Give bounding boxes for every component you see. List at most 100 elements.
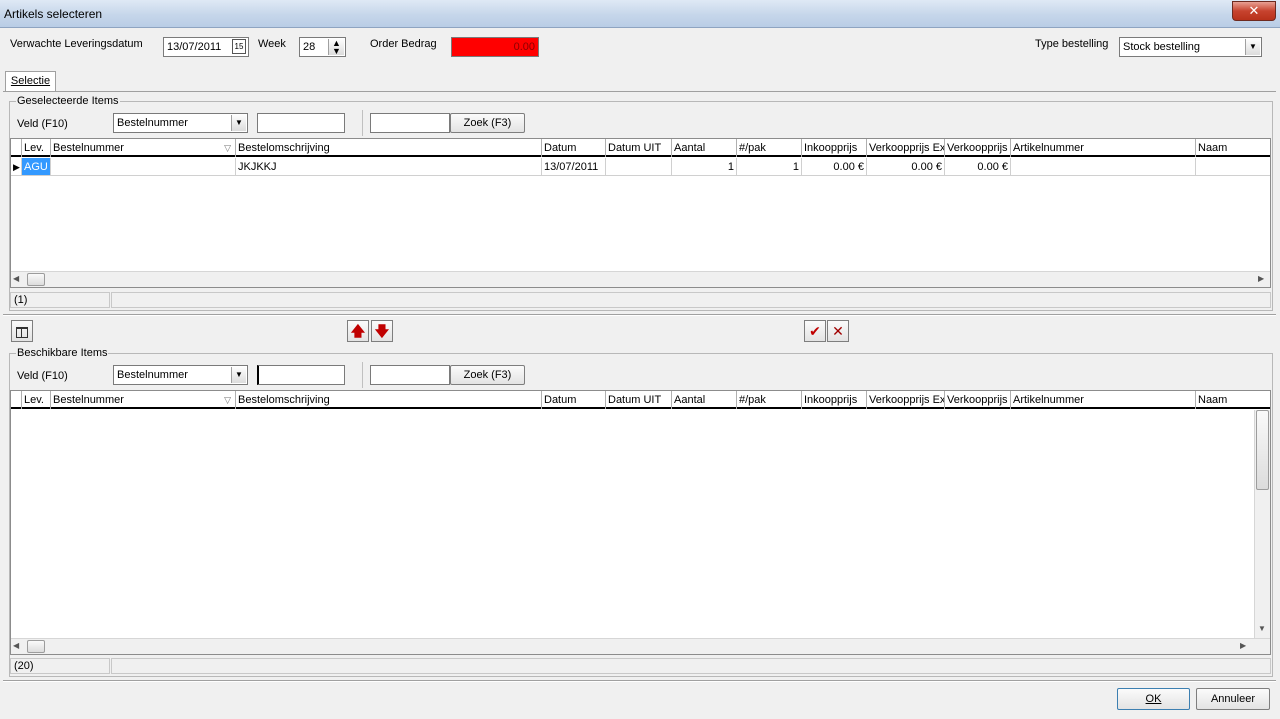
column-header[interactable]: Inkoopprijs xyxy=(802,139,867,157)
column-header-label: Bestelnummer xyxy=(53,142,124,154)
divider xyxy=(3,314,1276,316)
confirm-button[interactable]: ✔ xyxy=(804,320,826,342)
arrow-down-icon: 🡇 xyxy=(374,323,390,339)
cell-bestelnummer[interactable] xyxy=(51,158,236,176)
scroll-left-icon[interactable]: ◀ xyxy=(13,641,19,650)
column-header[interactable]: Inkoopprijs xyxy=(802,391,867,409)
horizontal-scrollbar[interactable]: ◀ ▶ xyxy=(11,271,1270,287)
columns-button[interactable] xyxy=(11,320,33,342)
week-value: 28 xyxy=(303,41,316,53)
divider xyxy=(3,680,1276,682)
scroll-left-icon[interactable]: ◀ xyxy=(13,274,19,283)
cell-verkoopprijs[interactable]: 0.00 € xyxy=(945,158,1011,176)
available-items-title: Beschikbare Items xyxy=(16,347,109,359)
column-header[interactable]: Verkoopprijs Ex xyxy=(867,139,945,157)
selected-items-grid[interactable]: Lev. Bestelnummer ▽ Bestelomschrijving Da… xyxy=(10,138,1271,288)
cell-pak[interactable]: 1 xyxy=(737,158,802,176)
column-header[interactable]: Verkoopprijs xyxy=(945,139,1011,157)
column-header[interactable]: Naam xyxy=(1196,391,1270,409)
arrow-up-icon: 🡅 xyxy=(350,323,366,339)
vertical-scrollbar[interactable]: ▼ xyxy=(1254,410,1270,638)
scrollbar-thumb[interactable] xyxy=(27,273,45,286)
chevron-down-icon[interactable]: ▼ xyxy=(231,115,246,131)
available-field-label: Veld (F10) xyxy=(17,370,68,382)
column-header[interactable]: Datum xyxy=(542,391,606,409)
column-header[interactable]: #/pak xyxy=(737,391,802,409)
week-label: Week xyxy=(258,38,286,50)
available-field-select[interactable]: Bestelnummer ▼ xyxy=(113,365,248,385)
order-type-select[interactable]: Stock bestelling ▼ xyxy=(1119,37,1262,57)
selected-items-title: Geselecteerde Items xyxy=(16,95,120,107)
window-title: Artikels selecteren xyxy=(4,7,103,21)
column-header[interactable]: Bestelomschrijving xyxy=(236,139,542,157)
column-header[interactable]: Datum xyxy=(542,139,606,157)
row-indicator-header xyxy=(11,391,22,409)
scrollbar-thumb[interactable] xyxy=(27,640,45,653)
available-search-input-2[interactable] xyxy=(370,365,450,385)
selected-search-button[interactable]: Zoek (F3) xyxy=(450,113,525,133)
sort-desc-icon: ▽ xyxy=(224,395,231,405)
cell-aantal[interactable]: 1 xyxy=(672,158,737,176)
cell-datum[interactable]: 13/07/2011 xyxy=(542,158,606,176)
cell-artikelnummer[interactable] xyxy=(1011,158,1196,176)
ok-button[interactable]: OK xyxy=(1117,688,1190,710)
tab-selectie-label: Selectie xyxy=(10,75,51,87)
current-row-icon: ▶ xyxy=(11,158,22,176)
horizontal-scrollbar[interactable]: ◀ ▶ xyxy=(11,638,1270,654)
chevron-down-icon[interactable]: ▼ xyxy=(231,367,246,383)
remove-button[interactable]: ✕ xyxy=(827,320,849,342)
cell-datum-uit[interactable] xyxy=(606,158,672,176)
cancel-button[interactable]: Annuleer xyxy=(1196,688,1270,710)
available-search-button[interactable]: Zoek (F3) xyxy=(450,365,525,385)
scrollbar-thumb[interactable] xyxy=(1256,410,1269,490)
close-button[interactable]: ✕ xyxy=(1232,1,1276,21)
column-header[interactable]: Datum UIT xyxy=(606,139,672,157)
cell-verkoopprijs-ex[interactable]: 0.00 € xyxy=(867,158,945,176)
move-down-button[interactable]: 🡇 xyxy=(371,320,393,342)
delivery-date-value: 13/07/2011 xyxy=(167,41,222,53)
calendar-icon[interactable]: 15 xyxy=(232,39,246,54)
order-amount-field: 0.00 xyxy=(451,37,539,57)
selected-field-select[interactable]: Bestelnummer ▼ xyxy=(113,113,248,133)
available-search-input[interactable] xyxy=(257,365,345,385)
column-header[interactable]: Verkoopprijs xyxy=(945,391,1011,409)
selected-search-input-2[interactable] xyxy=(370,113,450,133)
available-status-panel xyxy=(111,658,1271,674)
column-header[interactable]: Aantal xyxy=(672,391,737,409)
available-count: (20) xyxy=(10,658,110,674)
column-header[interactable]: Aantal xyxy=(672,139,737,157)
selected-count: (1) xyxy=(10,292,110,308)
scroll-right-icon[interactable]: ▶ xyxy=(1258,274,1264,283)
sort-desc-icon: ▽ xyxy=(224,143,231,153)
columns-icon xyxy=(16,326,28,338)
delivery-date-field[interactable]: 13/07/2011 15 xyxy=(163,37,249,57)
cell-omschrijving[interactable]: JKJKKJ xyxy=(236,158,542,176)
column-header[interactable]: Bestelnummer ▽ xyxy=(51,391,236,409)
cell-inkoopprijs[interactable]: 0.00 € xyxy=(802,158,867,176)
selected-search-input[interactable] xyxy=(257,113,345,133)
column-header[interactable]: Artikelnummer xyxy=(1011,391,1196,409)
column-header[interactable]: Datum UIT xyxy=(606,391,672,409)
scroll-right-icon[interactable]: ▶ xyxy=(1240,641,1246,650)
tab-selectie[interactable]: Selectie xyxy=(5,71,56,92)
week-stepper[interactable]: 28 ▲ ▼ xyxy=(299,37,346,57)
available-items-grid[interactable]: Lev. Bestelnummer ▽ Bestelomschrijving Da… xyxy=(10,390,1271,655)
column-header[interactable]: Bestelnummer ▽ xyxy=(51,139,236,157)
column-header[interactable]: Lev. xyxy=(22,391,51,409)
scroll-down-icon[interactable]: ▼ xyxy=(1258,624,1266,633)
column-header[interactable]: Artikelnummer xyxy=(1011,139,1196,157)
chevron-down-icon[interactable]: ▼ xyxy=(1245,39,1260,55)
spin-arrows-icon[interactable]: ▲ ▼ xyxy=(328,39,344,56)
move-up-button[interactable]: 🡅 xyxy=(347,320,369,342)
column-header[interactable]: #/pak xyxy=(737,139,802,157)
check-icon: ✔ xyxy=(809,323,821,339)
cell-lev[interactable]: AGU xyxy=(22,158,51,176)
cell-naam[interactable] xyxy=(1196,158,1270,176)
column-header[interactable]: Lev. xyxy=(22,139,51,157)
column-header[interactable]: Bestelomschrijving xyxy=(236,391,542,409)
table-row[interactable]: ▶ AGU JKJKKJ 13/07/2011 1 1 0.00 € 0.00 … xyxy=(11,158,1270,176)
column-header[interactable]: Verkoopprijs Ex xyxy=(867,391,945,409)
column-header[interactable]: Naam xyxy=(1196,139,1270,157)
tab-divider xyxy=(3,91,1276,92)
order-amount-label: Order Bedrag xyxy=(370,38,437,50)
